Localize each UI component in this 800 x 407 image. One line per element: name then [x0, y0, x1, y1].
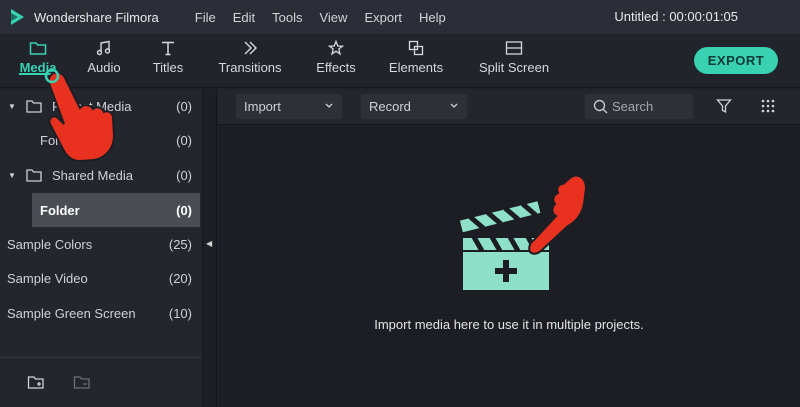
record-dropdown-label: Record	[369, 99, 411, 114]
tree-item-count: (0)	[176, 98, 192, 114]
music-note-icon	[96, 40, 111, 56]
text-t-icon	[162, 41, 174, 56]
tree-item-label: Sample Video	[7, 270, 88, 286]
pointing-hand-icon	[528, 174, 588, 255]
tab-elements[interactable]: Elements	[389, 34, 443, 88]
pointing-hand-icon	[44, 68, 116, 163]
tab-titles[interactable]: Titles	[150, 34, 186, 88]
tree-item-label: Sample Green Screen	[7, 305, 136, 321]
new-folder-icon[interactable]	[27, 374, 45, 390]
caret-down-icon[interactable]: ▼	[8, 171, 16, 180]
search-icon	[593, 99, 608, 114]
tab-split-screen-label: Split Screen	[478, 60, 550, 75]
menu-file[interactable]: File	[195, 10, 216, 25]
tab-effects[interactable]: Effects	[314, 34, 358, 88]
record-dropdown[interactable]: Record	[361, 94, 467, 119]
tree-item-sample-colors[interactable]: Sample Colors (25)	[0, 227, 202, 261]
chevron-down-icon	[450, 103, 458, 108]
tab-split-screen[interactable]: Split Screen	[478, 34, 550, 88]
delete-folder-icon[interactable]	[73, 374, 91, 390]
menu-edit[interactable]: Edit	[233, 10, 255, 25]
tree-item-count: (10)	[168, 305, 192, 321]
empty-state-message: Import media here to use it in multiple …	[374, 317, 644, 332]
project-title: Untitled : 00:00:01:05	[614, 9, 738, 24]
transition-icon	[244, 41, 257, 55]
search-input[interactable]	[612, 99, 692, 114]
tab-titles-label: Titles	[152, 60, 184, 75]
elements-icon	[408, 40, 424, 56]
import-dropdown[interactable]: Import	[236, 94, 342, 119]
chevron-down-icon	[325, 103, 333, 108]
import-dropdown-label: Import	[244, 99, 281, 114]
tab-transitions-label: Transitions	[218, 60, 282, 75]
tree-item-label: Shared Media	[52, 167, 133, 183]
grid-view-icon[interactable]	[761, 99, 775, 113]
split-screen-icon	[505, 41, 523, 55]
folder-icon	[26, 169, 42, 182]
menu-export[interactable]: Export	[364, 10, 402, 25]
effects-icon	[328, 40, 344, 56]
collapse-panel-icon[interactable]: ◀	[206, 239, 212, 248]
library-footer	[0, 357, 202, 407]
tree-item-sample-green-screen[interactable]: Sample Green Screen (10)	[0, 296, 202, 330]
menu-help[interactable]: Help	[419, 10, 446, 25]
app-name: Wondershare Filmora	[34, 9, 159, 25]
tree-item-count: (0)	[176, 202, 192, 218]
tree-item-count: (25)	[168, 236, 192, 252]
folder-icon	[29, 42, 47, 55]
filmora-logo-icon	[8, 8, 26, 26]
search-box[interactable]	[585, 94, 693, 119]
title-bar: Wondershare Filmora File Edit Tools View…	[0, 0, 800, 34]
tree-item-label: Folder	[40, 202, 80, 218]
menu-view[interactable]: View	[319, 10, 347, 25]
tree-item-count: (0)	[176, 167, 192, 183]
tree-item-shared-folder[interactable]: Folder (0)	[32, 193, 200, 227]
menu-tools[interactable]: Tools	[272, 10, 302, 25]
tab-transitions[interactable]: Transitions	[218, 34, 282, 88]
panel-splitter[interactable]: ◀	[202, 89, 217, 407]
tab-effects-label: Effects	[316, 60, 356, 75]
toolbar: Media Audio Titles Transitions Effects E…	[0, 34, 800, 88]
tab-elements-label: Elements	[388, 60, 444, 75]
tree-item-count: (0)	[176, 132, 192, 148]
caret-down-icon[interactable]: ▼	[8, 102, 16, 111]
tree-item-count: (20)	[168, 270, 192, 286]
tree-item-sample-video[interactable]: Sample Video (20)	[0, 261, 202, 295]
tree-item-label: Sample Colors	[7, 236, 93, 252]
menu-bar: File Edit Tools View Export Help	[195, 10, 463, 25]
filter-icon[interactable]	[716, 98, 732, 114]
export-button[interactable]: EXPORT	[694, 47, 778, 74]
media-action-bar: Import Record	[218, 89, 800, 125]
